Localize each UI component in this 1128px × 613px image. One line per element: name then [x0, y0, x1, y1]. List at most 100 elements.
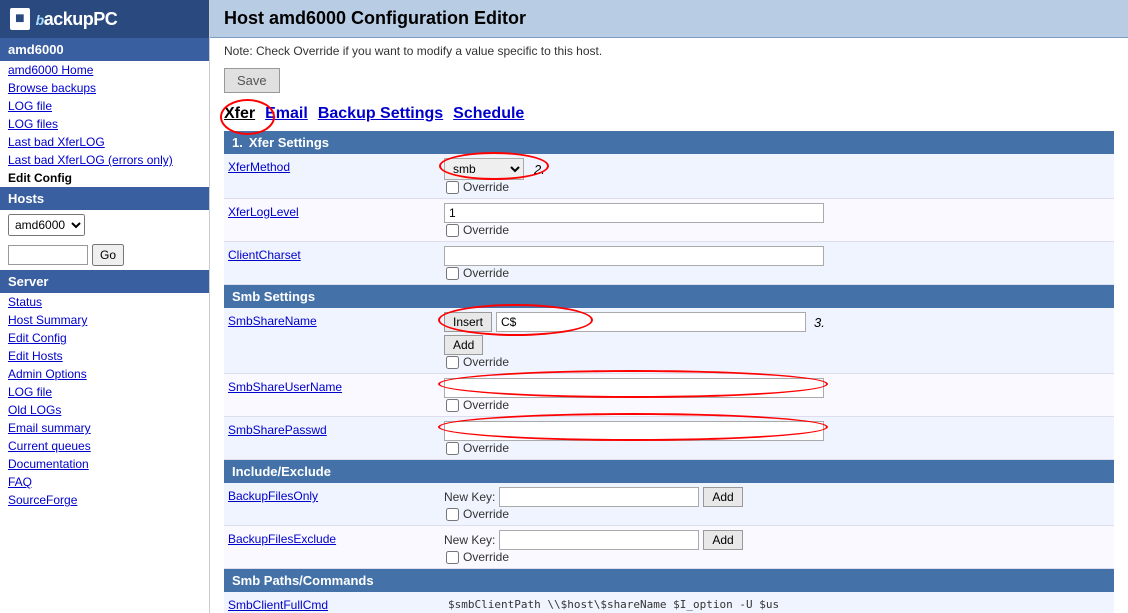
edit-config-server-link[interactable]: Edit Config	[0, 329, 209, 347]
edit-config-current-link[interactable]: Edit Config	[0, 169, 209, 187]
save-button[interactable]: Save	[224, 68, 280, 93]
xfer-log-level-override: Override	[444, 223, 1114, 237]
host-go-button[interactable]: Go	[92, 244, 124, 266]
backup-files-exclude-override-checkbox[interactable]	[446, 551, 459, 564]
new-key-label-1: New Key:	[444, 490, 495, 504]
client-charset-input[interactable]	[444, 246, 824, 266]
xfer-log-level-input[interactable]	[444, 203, 824, 223]
logo-icon: ■	[10, 8, 30, 30]
smb-client-full-cmd-controls: $smbClientPath \\$host\$shareName $I_opt…	[444, 596, 1114, 613]
last-bad-xferlog-link[interactable]: Last bad XferLOG	[0, 133, 209, 151]
smb-share-username-row: SmbShareUserName 4. Override	[224, 374, 1114, 417]
backup-files-exclude-row: BackupFilesExclude New Key: Add Override	[224, 526, 1114, 569]
smb-share-name-input[interactable]	[496, 312, 806, 332]
backup-files-exclude-newkey-input[interactable]	[499, 530, 699, 550]
edit-hosts-link[interactable]: Edit Hosts	[0, 347, 209, 365]
smb-settings-section: Smb Settings SmbShareName Insert 3. Add …	[224, 285, 1114, 460]
smb-paths-section: Smb Paths/Commands SmbClientFullCmd $smb…	[224, 569, 1114, 613]
tab-xfer[interactable]: Xfer	[224, 105, 255, 123]
hosts-section-header: Hosts	[0, 187, 209, 210]
backup-files-exclude-label[interactable]: BackupFilesExclude	[224, 530, 444, 548]
smb-share-insert-row: Insert 3.	[444, 312, 1114, 332]
tab-schedule[interactable]: Schedule	[453, 105, 524, 123]
smb-insert-button[interactable]: Insert	[444, 312, 492, 332]
backup-files-only-add-button[interactable]: Add	[703, 487, 742, 507]
server-log-link[interactable]: LOG file	[0, 383, 209, 401]
status-link[interactable]: Status	[0, 293, 209, 311]
client-charset-label[interactable]: ClientCharset	[224, 246, 444, 264]
client-charset-controls: Override	[444, 246, 1114, 280]
backup-files-only-newkey-input[interactable]	[499, 487, 699, 507]
tab-backup-settings[interactable]: Backup Settings	[318, 105, 443, 123]
xfer-log-level-label[interactable]: XferLogLevel	[224, 203, 444, 221]
smb-share-name-controls: Insert 3. Add Override	[444, 312, 1114, 369]
smb-share-passwd-row: SmbSharePasswd 5. Override	[224, 417, 1114, 460]
save-bar: Save	[210, 64, 1128, 101]
smb-share-name-override-label: Override	[463, 355, 509, 369]
old-logs-link[interactable]: Old LOGs	[0, 401, 209, 419]
sourceforge-link[interactable]: SourceForge	[0, 491, 209, 509]
tab-email[interactable]: Email	[265, 105, 308, 123]
logo-text: backupPC	[36, 9, 118, 30]
backup-files-exclude-controls: New Key: Add Override	[444, 530, 1114, 564]
smb-share-username-override: Override	[444, 398, 1114, 412]
smb-share-name-label[interactable]: SmbShareName	[224, 312, 444, 330]
logo-bar: ■ backupPC	[0, 0, 209, 38]
smb-section-title: Smb Settings	[232, 289, 315, 304]
smb-share-passwd-controls: 5. Override	[444, 421, 1114, 455]
smb-share-name-row: SmbShareName Insert 3. Add Override	[224, 308, 1114, 374]
xfer-settings-header: 1. Xfer Settings	[224, 131, 1114, 154]
xfer-log-level-row: XferLogLevel Override	[224, 199, 1114, 242]
host-search-input[interactable]	[8, 245, 88, 265]
host-select-row: amd6000	[0, 210, 209, 240]
smb-share-name-override-checkbox[interactable]	[446, 356, 459, 369]
smb-share-username-label[interactable]: SmbShareUserName	[224, 378, 444, 396]
amd6000-home-link[interactable]: amd6000 Home	[0, 61, 209, 79]
step-3: 3.	[814, 315, 825, 330]
xfer-settings-section: 1. Xfer Settings XferMethod smb rsync ta…	[224, 131, 1114, 285]
host-summary-link[interactable]: Host Summary	[0, 311, 209, 329]
note-text: Note: Check Override if you want to modi…	[210, 38, 1128, 64]
backup-files-only-newkey-row: New Key: Add	[444, 487, 1114, 507]
smb-share-username-override-label: Override	[463, 398, 509, 412]
faq-link[interactable]: FAQ	[0, 473, 209, 491]
smb-share-passwd-input[interactable]	[444, 421, 824, 441]
xfer-method-input-row: smb rsync tar 2.	[444, 158, 1114, 180]
browse-backups-link[interactable]: Browse backups	[0, 79, 209, 97]
smb-paths-header: Smb Paths/Commands	[224, 569, 1114, 592]
server-section-header: Server	[0, 270, 209, 293]
client-charset-override-checkbox[interactable]	[446, 267, 459, 280]
smb-client-full-cmd-row: SmbClientFullCmd $smbClientPath \\$host\…	[224, 592, 1114, 613]
host-section-header: amd6000	[0, 38, 209, 61]
backup-files-only-label[interactable]: BackupFilesOnly	[224, 487, 444, 505]
smb-share-username-override-checkbox[interactable]	[446, 399, 459, 412]
smb-share-passwd-override-checkbox[interactable]	[446, 442, 459, 455]
documentation-link[interactable]: Documentation	[0, 455, 209, 473]
smb-share-username-input[interactable]	[444, 378, 824, 398]
include-exclude-title: Include/Exclude	[232, 464, 331, 479]
backup-files-exclude-add-button[interactable]: Add	[703, 530, 742, 550]
xfer-method-label[interactable]: XferMethod	[224, 158, 444, 176]
smb-share-passwd-label[interactable]: SmbSharePasswd	[224, 421, 444, 439]
tab-nav: Xfer Email Backup Settings Schedule	[210, 101, 1128, 131]
current-queues-link[interactable]: Current queues	[0, 437, 209, 455]
xfer-log-level-override-label: Override	[463, 223, 509, 237]
log-file-link[interactable]: LOG file	[0, 97, 209, 115]
admin-options-link[interactable]: Admin Options	[0, 365, 209, 383]
log-files-link[interactable]: LOG files	[0, 115, 209, 133]
page-title: Host amd6000 Configuration Editor	[210, 0, 1128, 38]
step-2: 2.	[534, 162, 545, 177]
xfer-log-level-override-checkbox[interactable]	[446, 224, 459, 237]
backup-files-only-override-checkbox[interactable]	[446, 508, 459, 521]
host-dropdown[interactable]: amd6000	[8, 214, 85, 236]
backup-files-exclude-newkey-row: New Key: Add	[444, 530, 1114, 550]
new-key-label-2: New Key:	[444, 533, 495, 547]
xfer-method-override-checkbox[interactable]	[446, 181, 459, 194]
smb-add-button[interactable]: Add	[444, 335, 483, 355]
xfer-method-controls: smb rsync tar 2. Override	[444, 158, 1114, 194]
smb-client-full-cmd-label[interactable]: SmbClientFullCmd	[224, 596, 444, 613]
smb-settings-header: Smb Settings	[224, 285, 1114, 308]
email-summary-link[interactable]: Email summary	[0, 419, 209, 437]
last-bad-xferlog-errors-link[interactable]: Last bad XferLOG (errors only)	[0, 151, 209, 169]
xfer-method-select[interactable]: smb rsync tar	[444, 158, 524, 180]
